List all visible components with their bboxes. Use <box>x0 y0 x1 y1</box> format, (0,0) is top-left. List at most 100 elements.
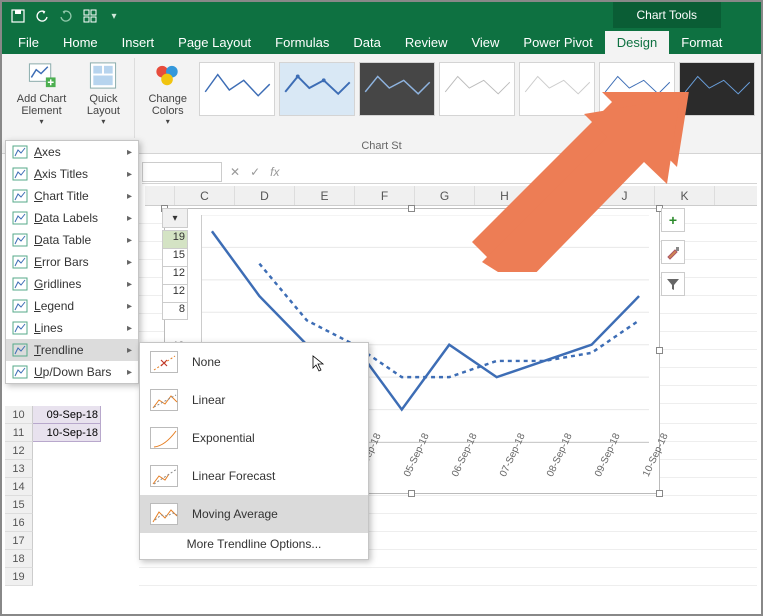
row-header[interactable]: 16 <box>5 514 33 532</box>
chart-styles-gallery[interactable] <box>197 58 757 120</box>
chart-style-7[interactable] <box>679 62 755 116</box>
menu-updown[interactable]: Up/Down Bars▸ <box>6 361 138 383</box>
none-icon <box>150 351 178 373</box>
row-header[interactable]: 18 <box>5 550 33 568</box>
cell[interactable]: 10-Sep-18 <box>33 424 101 442</box>
add-chart-element-menu: Axes▸Axis Titles▸Chart Title▸Data Labels… <box>5 140 139 384</box>
chart-filters-button[interactable] <box>661 272 685 296</box>
col-header[interactable]: F <box>355 186 415 205</box>
trendline-submenu: None Linear Exponential Linear Forecast … <box>139 342 369 560</box>
menu-trendline[interactable]: Trendline▸ <box>6 339 138 361</box>
quick-layout-button[interactable]: Quick Layout▾ <box>77 58 130 128</box>
chart-style-2[interactable] <box>279 62 355 116</box>
col-header[interactable]: K <box>655 186 715 205</box>
chart-style-6[interactable] <box>599 62 675 116</box>
menu-legend[interactable]: Legend▸ <box>6 295 138 317</box>
row-header[interactable]: 12 <box>5 442 33 460</box>
chart-style-3[interactable] <box>359 62 435 116</box>
chart-tools-label: Chart Tools <box>613 2 721 28</box>
redo-icon[interactable] <box>56 6 76 26</box>
qat-grid-icon[interactable] <box>80 6 100 26</box>
trendline-exponential[interactable]: Exponential <box>140 419 368 457</box>
tab-review[interactable]: Review <box>393 31 460 54</box>
enter-icon[interactable]: ✓ <box>250 165 260 179</box>
data-labels-icon <box>12 211 28 225</box>
tab-formulas[interactable]: Formulas <box>263 31 341 54</box>
tab-power-pivot[interactable]: Power Pivot <box>511 31 604 54</box>
chart-elements-button[interactable]: + <box>661 208 685 232</box>
col-header[interactable]: H <box>475 186 535 205</box>
menu-axes[interactable]: Axes▸ <box>6 141 138 163</box>
data-table-icon <box>12 233 28 247</box>
trendline-icon <box>12 343 28 357</box>
col-header[interactable]: I <box>535 186 595 205</box>
chart-style-1[interactable] <box>199 62 275 116</box>
undo-icon[interactable] <box>32 6 52 26</box>
resize-handle[interactable] <box>656 490 663 497</box>
col-header[interactable]: G <box>415 186 475 205</box>
autofilter-icon[interactable]: ▾ <box>162 208 188 228</box>
chart-title-icon <box>12 189 28 203</box>
chart-styles-button[interactable] <box>661 240 685 264</box>
menu-data-labels[interactable]: Data Labels▸ <box>6 207 138 229</box>
add-chart-element-button[interactable]: Add Chart Element▾ <box>6 58 77 128</box>
menu-axis-titles[interactable]: Axis Titles▸ <box>6 163 138 185</box>
tab-home[interactable]: Home <box>51 31 110 54</box>
ribbon-tabs: File Home Insert Page Layout Formulas Da… <box>2 30 761 54</box>
qat-more-icon[interactable]: ▾ <box>104 6 124 26</box>
chart-side-buttons: + <box>661 208 687 304</box>
more-trendline-options[interactable]: More Trendline Options... <box>140 533 368 559</box>
lines-icon <box>12 321 28 335</box>
tab-view[interactable]: View <box>459 31 511 54</box>
row-header[interactable]: 11 <box>5 424 33 442</box>
fx-icon[interactable]: fx <box>270 165 279 179</box>
moving-avg-icon <box>150 503 178 525</box>
chart-style-4[interactable] <box>439 62 515 116</box>
row-header[interactable]: 10 <box>5 406 33 424</box>
menu-gridlines[interactable]: Gridlines▸ <box>6 273 138 295</box>
linear-icon <box>150 389 178 411</box>
change-colors-label: Change Colors <box>144 93 191 117</box>
cancel-icon[interactable]: ✕ <box>230 165 240 179</box>
col-header[interactable]: D <box>235 186 295 205</box>
tab-page-layout[interactable]: Page Layout <box>166 31 263 54</box>
resize-handle[interactable] <box>408 205 415 212</box>
legend-icon <box>12 299 28 313</box>
axis-titles-icon <box>12 167 28 181</box>
row-header[interactable]: 13 <box>5 460 33 478</box>
resize-handle[interactable] <box>656 347 663 354</box>
row-header[interactable]: 19 <box>5 568 33 586</box>
title-bar: ▾ Chart Tools <box>2 2 761 30</box>
tab-insert[interactable]: Insert <box>110 31 167 54</box>
chart-style-5[interactable] <box>519 62 595 116</box>
menu-chart-title[interactable]: Chart Title▸ <box>6 185 138 207</box>
tab-design[interactable]: Design <box>605 31 669 54</box>
row-header[interactable]: 14 <box>5 478 33 496</box>
row-header[interactable]: 15 <box>5 496 33 514</box>
save-icon[interactable] <box>8 6 28 26</box>
cursor-icon <box>312 355 326 373</box>
trendline-linear[interactable]: Linear <box>140 381 368 419</box>
menu-data-table[interactable]: Data Table▸ <box>6 229 138 251</box>
quick-layout-label: Quick Layout <box>83 93 124 117</box>
menu-lines[interactable]: Lines▸ <box>6 317 138 339</box>
cell[interactable]: 09-Sep-18 <box>33 406 101 424</box>
col-header[interactable]: J <box>595 186 655 205</box>
axes-icon <box>12 145 28 159</box>
change-colors-button[interactable]: Change Colors▾ <box>138 58 197 128</box>
col-header[interactable]: E <box>295 186 355 205</box>
menu-error-bars[interactable]: Error Bars▸ <box>6 251 138 273</box>
ribbon: Add Chart Element▾ Quick Layout▾ Change … <box>2 54 761 154</box>
tab-format[interactable]: Format <box>669 31 734 54</box>
resize-handle[interactable] <box>408 490 415 497</box>
col-header[interactable] <box>145 186 175 205</box>
row-header[interactable]: 17 <box>5 532 33 550</box>
updown-icon <box>12 365 28 379</box>
trendline-moving-average[interactable]: Moving Average <box>140 495 368 533</box>
trendline-linear-forecast[interactable]: Linear Forecast <box>140 457 368 495</box>
tab-data[interactable]: Data <box>341 31 392 54</box>
trendline-none[interactable]: None <box>140 343 368 381</box>
name-box[interactable] <box>142 162 222 182</box>
tab-file[interactable]: File <box>6 31 51 54</box>
col-header[interactable]: C <box>175 186 235 205</box>
